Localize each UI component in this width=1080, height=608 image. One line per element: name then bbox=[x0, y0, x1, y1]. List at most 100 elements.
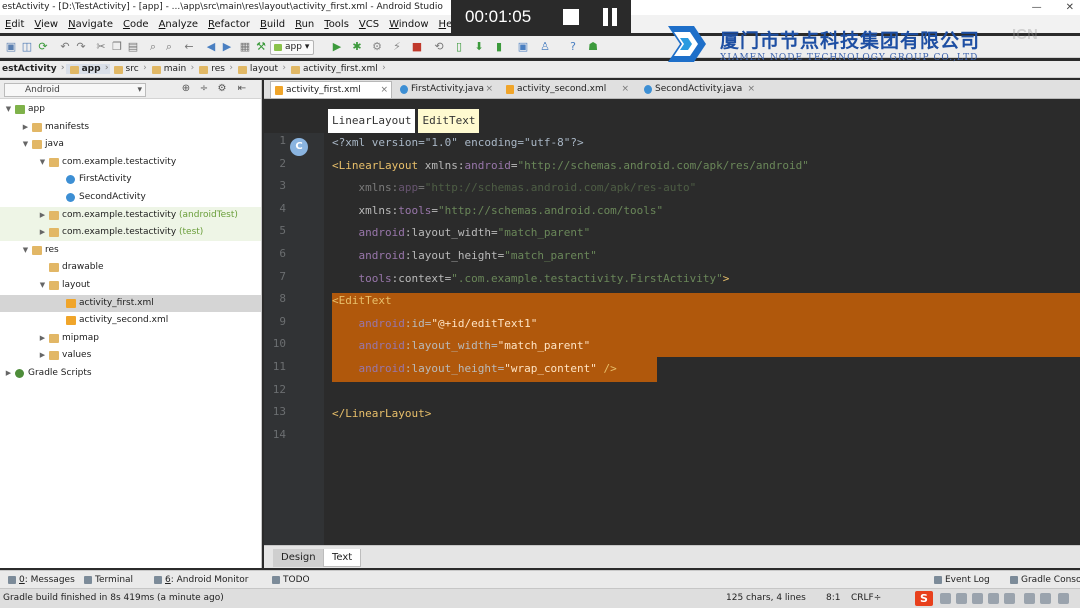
tree-item[interactable]: activity_second.xml bbox=[0, 312, 261, 329]
code-area[interactable]: <?xml version="1.0" encoding="utf-8"?> <L… bbox=[332, 133, 1080, 545]
open-folder-icon[interactable]: ▣ bbox=[4, 40, 18, 54]
breadcrumb-item[interactable]: main bbox=[148, 63, 196, 74]
expanded-arrow-icon[interactable]: ▼ bbox=[4, 101, 13, 118]
make-project-icon[interactable]: ▦ bbox=[238, 40, 252, 54]
status-caret-position[interactable]: 8:1 bbox=[826, 589, 840, 607]
expanded-arrow-icon[interactable]: ▼ bbox=[38, 154, 47, 171]
tray-icon[interactable] bbox=[972, 593, 983, 604]
gradle-sync-icon[interactable]: ⟲ bbox=[432, 40, 446, 54]
collapsed-arrow-icon[interactable]: ▶ bbox=[38, 347, 47, 364]
collapsed-arrow-icon[interactable]: ▶ bbox=[21, 119, 30, 136]
menu-edit[interactable]: Edit bbox=[0, 19, 29, 30]
back-icon[interactable]: ← bbox=[182, 40, 196, 54]
tool-window-tab[interactable]: Event Log bbox=[932, 573, 990, 587]
hide-panel-icon[interactable]: ⇤ bbox=[236, 83, 248, 95]
pause-recording-icon[interactable] bbox=[601, 8, 619, 26]
tree-item[interactable]: ▼ layout bbox=[0, 277, 261, 294]
tree-item[interactable]: FirstActivity bbox=[0, 171, 261, 188]
tool-window-tab[interactable]: Terminal bbox=[82, 573, 133, 587]
menu-run[interactable]: Run bbox=[290, 19, 319, 30]
menu-navigate[interactable]: Navigate bbox=[63, 19, 118, 30]
project-structure-icon[interactable]: ▣ bbox=[516, 40, 530, 54]
tree-item[interactable]: ▼ com.example.testactivity bbox=[0, 154, 261, 171]
input-method-icon[interactable]: S bbox=[915, 591, 933, 606]
tree-item[interactable]: ▶ mipmap bbox=[0, 330, 261, 347]
stop-run-icon[interactable]: ■ bbox=[410, 40, 424, 54]
expanded-arrow-icon[interactable]: ▼ bbox=[21, 136, 30, 153]
collapse-all-icon[interactable]: ÷ bbox=[198, 83, 210, 95]
tray-icon[interactable] bbox=[940, 593, 951, 604]
status-line-separator[interactable]: CRLF÷ bbox=[851, 589, 881, 607]
paste-icon[interactable]: ▤ bbox=[126, 40, 140, 54]
close-tab-icon[interactable]: × bbox=[380, 82, 388, 99]
tree-item[interactable]: ▶ manifests bbox=[0, 119, 261, 136]
attach-debugger-icon[interactable]: ⚙ bbox=[370, 40, 384, 54]
editor-tab[interactable]: activity_first.xml × bbox=[270, 81, 392, 98]
menu-tools[interactable]: Tools bbox=[319, 19, 354, 30]
menu-vcs[interactable]: VCS bbox=[354, 19, 384, 30]
breadcrumb-item[interactable]: layout bbox=[234, 63, 287, 74]
close-icon[interactable]: ✕ bbox=[1066, 0, 1074, 15]
android-icon[interactable]: ☗ bbox=[586, 40, 600, 54]
save-all-icon[interactable]: ◫ bbox=[20, 40, 34, 54]
tree-item[interactable]: ▼ app bbox=[0, 101, 261, 118]
tray-icon[interactable] bbox=[1040, 593, 1051, 604]
build-icon[interactable]: ⚒ bbox=[254, 40, 268, 54]
tree-item[interactable]: ▶ com.example.testactivity (test) bbox=[0, 224, 261, 242]
cut-icon[interactable]: ✂ bbox=[94, 40, 108, 54]
editor-tab[interactable]: SecondActivity.java × bbox=[640, 81, 758, 98]
tree-item[interactable]: ▶ Gradle Scripts bbox=[0, 365, 261, 382]
breadcrumb-item[interactable]: activity_first.xml bbox=[287, 63, 387, 74]
tray-icon[interactable] bbox=[1058, 593, 1069, 604]
breadcrumb-item[interactable]: src bbox=[110, 63, 148, 74]
collapsed-arrow-icon[interactable]: ▶ bbox=[38, 224, 47, 241]
tool-window-tab[interactable]: 0: Messages bbox=[6, 573, 75, 587]
collapsed-arrow-icon[interactable]: ▶ bbox=[38, 330, 47, 347]
redo-icon[interactable]: ↷ bbox=[74, 40, 88, 54]
tray-icon[interactable] bbox=[956, 593, 967, 604]
tab-design[interactable]: Design bbox=[273, 549, 324, 567]
debug-icon[interactable]: ✱ bbox=[350, 40, 364, 54]
android-monitor-icon[interactable]: ▮ bbox=[492, 40, 506, 54]
device-icon[interactable]: ♙ bbox=[538, 40, 552, 54]
breadcrumb-item[interactable]: res bbox=[195, 63, 234, 74]
tray-icon[interactable] bbox=[1024, 593, 1035, 604]
avd-manager-icon[interactable]: ▯ bbox=[452, 40, 466, 54]
copy-icon[interactable]: ❐ bbox=[110, 40, 124, 54]
editor-tab[interactable]: FirstActivity.java × bbox=[396, 81, 496, 98]
breadcrumb-item[interactable]: estActivity bbox=[0, 63, 66, 74]
close-tab-icon[interactable]: × bbox=[485, 81, 493, 98]
xml-tag-crumb[interactable]: EditText bbox=[418, 109, 480, 133]
xml-tag-crumb[interactable]: LinearLayout bbox=[328, 109, 416, 133]
tree-item[interactable]: ▼ java bbox=[0, 136, 261, 153]
expanded-arrow-icon[interactable]: ▼ bbox=[21, 242, 30, 259]
menu-code[interactable]: Code bbox=[118, 19, 154, 30]
tree-item[interactable]: SecondActivity bbox=[0, 189, 261, 206]
close-tab-icon[interactable]: × bbox=[621, 81, 629, 98]
expanded-arrow-icon[interactable]: ▼ bbox=[38, 277, 47, 294]
tree-item[interactable]: ▶ com.example.testactivity (androidTest) bbox=[0, 206, 261, 224]
tray-icon[interactable] bbox=[988, 593, 999, 604]
tree-item[interactable]: activity_first.xml bbox=[0, 294, 261, 312]
menu-view[interactable]: View bbox=[29, 19, 63, 30]
sync-icon[interactable]: ⟳ bbox=[36, 40, 50, 54]
project-view-select[interactable]: Android bbox=[4, 83, 146, 97]
menu-window[interactable]: Window bbox=[384, 19, 433, 30]
navigate-forward-icon[interactable]: ▶ bbox=[220, 40, 234, 54]
breadcrumb-item[interactable]: app bbox=[65, 63, 110, 74]
tool-window-tab[interactable]: Gradle Console bbox=[1008, 573, 1080, 587]
undo-icon[interactable]: ↶ bbox=[58, 40, 72, 54]
settings-gear-icon[interactable]: ⚙ bbox=[216, 83, 228, 95]
tree-item[interactable]: drawable bbox=[0, 259, 261, 276]
run-icon[interactable]: ▶ bbox=[330, 40, 344, 54]
menu-build[interactable]: Build bbox=[255, 19, 290, 30]
sync-scroll-icon[interactable]: ⊕ bbox=[180, 83, 192, 95]
tab-text[interactable]: Text bbox=[323, 549, 362, 567]
tree-item[interactable]: ▼ res bbox=[0, 242, 261, 259]
replace-icon[interactable]: ⌕ bbox=[162, 40, 176, 54]
apply-changes-icon[interactable]: ⚡ bbox=[390, 40, 404, 54]
run-configuration-select[interactable]: app ▾ bbox=[270, 40, 315, 55]
collapsed-arrow-icon[interactable]: ▶ bbox=[4, 365, 13, 382]
tool-window-tab[interactable]: TODO bbox=[270, 573, 310, 587]
tree-item[interactable]: ▶ values bbox=[0, 347, 261, 364]
